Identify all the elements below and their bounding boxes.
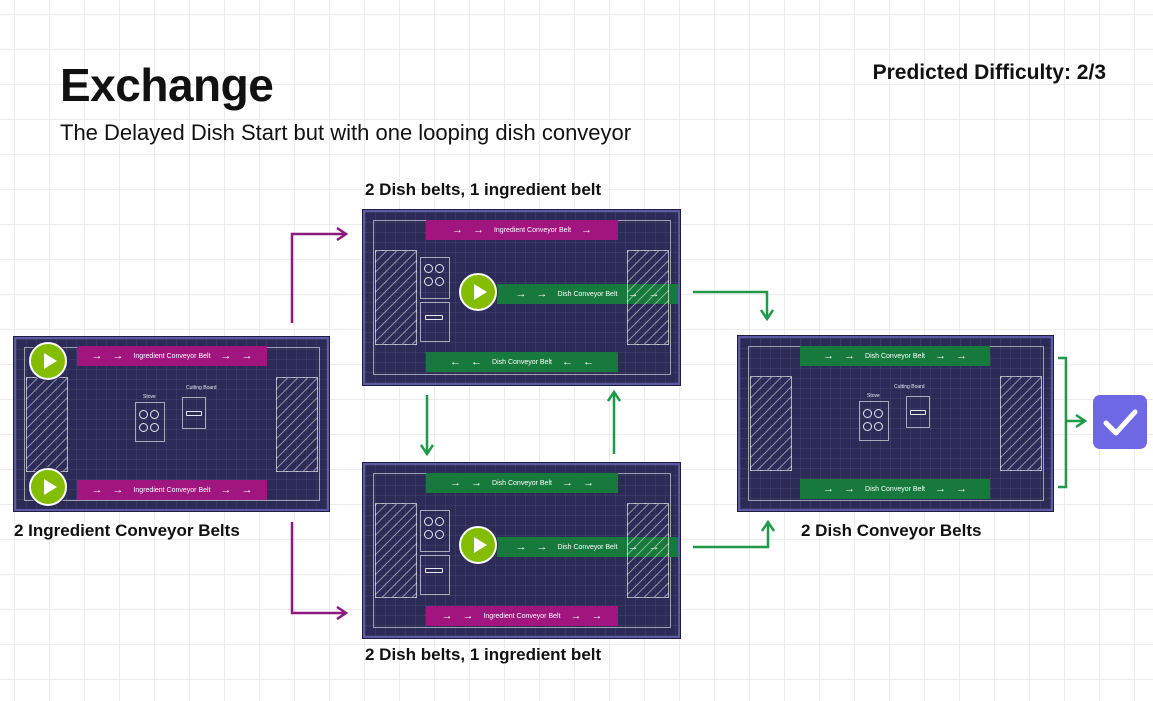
caption-right: 2 Dish Conveyor Belts [801, 521, 982, 540]
dish-belt-bottom: → → Dish Conveyor Belt → → [800, 479, 990, 499]
arrow-left-to-top [290, 234, 346, 323]
dish-belt-top: → → Dish Conveyor Belt → → [800, 346, 990, 366]
ingredient-belt-top: → → Ingredient Conveyor Belt → → [77, 346, 267, 366]
ingredient-belt-bottom: → → Ingredient Conveyor Belt → → [77, 480, 267, 500]
cutting-board-label: Cutting Board [186, 385, 217, 391]
dish-belt-bottom: ← ← Dish Conveyor Belt ← ← [426, 352, 618, 372]
stove [420, 257, 450, 299]
stove-label: Stove [143, 394, 156, 400]
counter-left [375, 250, 417, 345]
cutting-board [906, 396, 930, 428]
counter-left [375, 503, 417, 598]
arrow-left-to-bottom [290, 522, 346, 613]
arrow-bottom-to-right [693, 522, 768, 549]
kitchen-top-middle: → → Ingredient Conveyor Belt → → → Dish Conve… [363, 210, 680, 385]
bracket-right [1058, 356, 1068, 489]
counter-right [627, 250, 669, 345]
kitchen-bottom-middle: → → Dish Conveyor Belt → → → → Dish Conveyor B… [363, 463, 680, 638]
caption-left: 2 Ingredient Conveyor Belts [14, 521, 240, 540]
counter-right [627, 503, 669, 598]
kitchen-right: → → Dish Conveyor Belt → → → → Dish Conveyor B… [738, 336, 1053, 511]
counter-left [26, 377, 68, 472]
stove [420, 510, 450, 552]
counter-right [276, 377, 318, 472]
counter-right [1000, 376, 1042, 471]
caption-top-middle: 2 Dish belts, 1 ingredient belt [365, 180, 602, 199]
play-icon[interactable] [29, 342, 67, 380]
stove [135, 402, 165, 442]
cutting-board [182, 397, 206, 429]
ingredient-belt: → → Ingredient Conveyor Belt → [426, 220, 618, 240]
cutting-board-label: Cutting Board [894, 384, 925, 390]
play-icon[interactable] [29, 468, 67, 506]
cutting-board [420, 302, 450, 342]
play-icon[interactable] [459, 273, 497, 311]
stove [859, 401, 889, 441]
ingredient-belt: → → Ingredient Conveyor Belt → → [426, 606, 618, 626]
counter-left [750, 376, 792, 471]
checkmark-icon [1093, 395, 1147, 449]
play-icon[interactable] [459, 526, 497, 564]
stove-label: Stove [867, 393, 880, 399]
dish-belt-top: → → Dish Conveyor Belt → → [426, 473, 618, 493]
caption-bottom-middle: 2 Dish belts, 1 ingredient belt [365, 645, 602, 664]
arrow-top-to-right [693, 290, 767, 319]
cutting-board [420, 555, 450, 595]
